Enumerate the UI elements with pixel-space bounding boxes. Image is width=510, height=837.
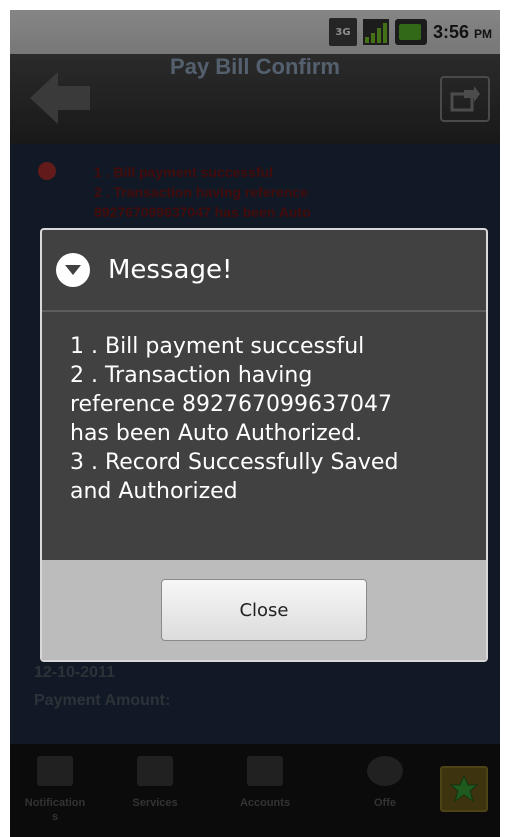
message-line-5: 3 . Record Successfully Saved — [70, 450, 399, 475]
dialog-header: Message! — [42, 230, 486, 312]
chevron-down-icon — [56, 253, 90, 287]
message-line-6: and Authorized — [70, 479, 238, 504]
message-line-4: has been Auto Authorized. — [70, 421, 363, 446]
message-line-1: 1 . Bill payment successful — [70, 334, 365, 359]
dialog-title: Message! — [108, 255, 233, 285]
message-line-3: reference 892767099637047 — [70, 392, 392, 417]
dialog-footer: Close — [42, 560, 486, 660]
dialog-message: 1 . Bill payment successful 2 . Transact… — [42, 312, 486, 560]
message-dialog: Message! 1 . Bill payment successful 2 .… — [40, 228, 488, 662]
close-button[interactable]: Close — [161, 579, 367, 641]
message-line-2: 2 . Transaction having — [70, 363, 313, 388]
phone-screen: 3G 3:56 PM Pay Bill Confirm 1 . Bill pay… — [10, 10, 500, 837]
